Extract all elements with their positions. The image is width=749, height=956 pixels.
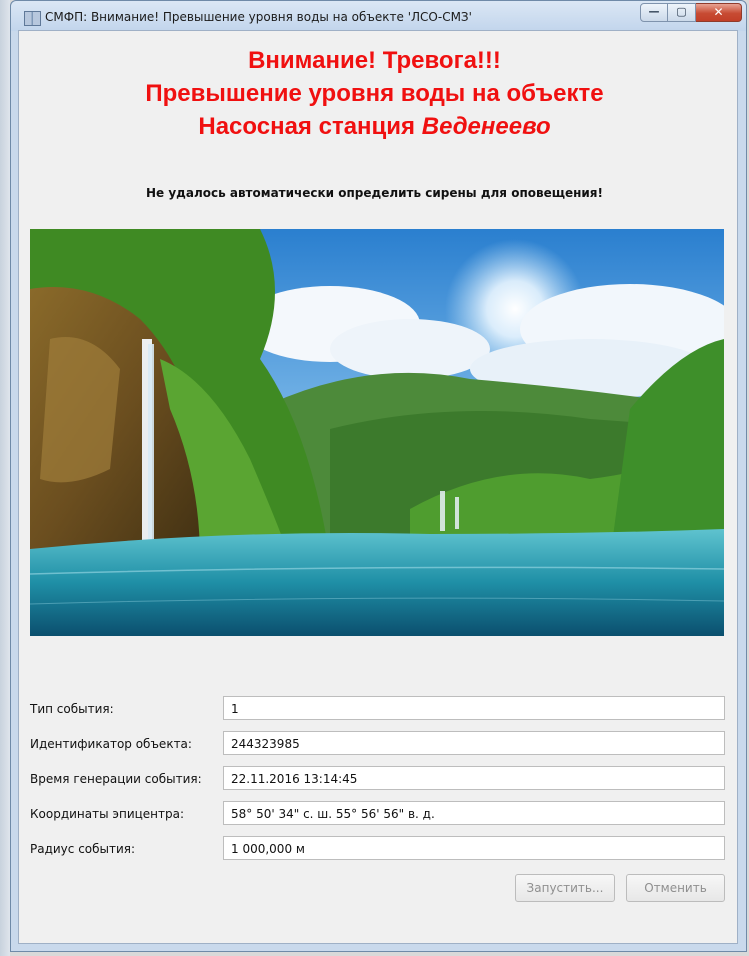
- form-row-epicenter: Координаты эпицентра: 58° 50' 34" с. ш. …: [30, 801, 725, 826]
- sirens-warning-message: Не удалось автоматически определить сире…: [145, 186, 603, 200]
- start-button[interactable]: Запустить...: [515, 874, 615, 902]
- event-type-label: Тип события:: [30, 702, 114, 716]
- event-type-field[interactable]: 1: [223, 696, 725, 720]
- object-id-label: Идентификатор объекта:: [30, 737, 192, 751]
- station-name: Веденеево: [421, 113, 551, 140]
- alert-line-3: Насосная станция Веденеево: [0, 110, 749, 143]
- landscape-waterfall-image: [30, 229, 724, 636]
- maximize-icon: ▢: [676, 5, 687, 18]
- maximize-button[interactable]: ▢: [668, 3, 696, 22]
- alert-line-1: Внимание! Тревога!!!: [248, 47, 501, 74]
- window-controls: — ▢ ✕: [640, 3, 742, 25]
- radius-label: Радиус события:: [30, 842, 136, 856]
- epicenter-label: Координаты эпицентра:: [30, 807, 185, 821]
- generation-time-field[interactable]: 22.11.2016 13:14:45: [223, 766, 725, 790]
- epicenter-field[interactable]: 58° 50' 34" с. ш. 55° 56' 56" в. д.: [223, 801, 725, 825]
- minimize-button[interactable]: —: [640, 3, 668, 22]
- radius-field[interactable]: 1 000,000 м: [223, 836, 725, 860]
- app-window-icon: [24, 11, 41, 26]
- close-icon: ✕: [713, 5, 724, 19]
- form-row-radius: Радиус события: 1 000,000 м: [30, 836, 725, 861]
- form-row-event-type: Тип события: 1: [30, 696, 725, 721]
- alert-line-2: Превышение уровня воды на объекте: [145, 80, 604, 107]
- background-window-edge: [0, 0, 10, 956]
- generation-time-label: Время генерации события:: [30, 772, 202, 786]
- form-row-object-id: Идентификатор объекта: 244323985: [30, 731, 725, 756]
- close-button[interactable]: ✕: [696, 3, 742, 22]
- cancel-button[interactable]: Отменить: [626, 874, 725, 902]
- window-title: СМФП: Внимание! Превышение уровня воды н…: [45, 10, 472, 24]
- object-id-field[interactable]: 244323985: [223, 731, 725, 755]
- alert-heading: Внимание! Тревога!!! Превышение уровня в…: [0, 44, 749, 143]
- landscape-illustration: [30, 229, 724, 636]
- form-row-generation-time: Время генерации события: 22.11.2016 13:1…: [30, 766, 725, 791]
- minimize-icon: —: [648, 5, 660, 18]
- station-prefix: Насосная станция: [198, 113, 416, 140]
- title-bar[interactable]: СМФП: Внимание! Превышение уровня воды н…: [11, 1, 746, 31]
